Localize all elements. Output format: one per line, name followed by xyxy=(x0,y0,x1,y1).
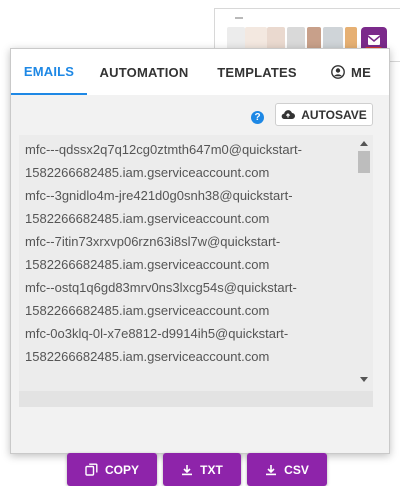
autosave-label: AUTOSAVE xyxy=(301,107,367,122)
tab-label: AUTOMATION xyxy=(99,64,189,80)
email-textarea[interactable]: mfc---qdssx2q7q12cg0ztmth647m0@quickstar… xyxy=(19,135,373,391)
email-line: mfc--3gnidlo4m-jre421d0g0snh38@quickstar… xyxy=(25,188,293,203)
autosave-button[interactable]: AUTOSAVE xyxy=(275,103,373,126)
tab-label: TEMPLATES xyxy=(217,64,297,80)
tab-templates[interactable]: TEMPLATES xyxy=(201,49,313,95)
tab-label: EMAILS xyxy=(23,63,75,79)
vertical-scrollbar[interactable] xyxy=(355,135,373,391)
action-buttons: COPY TXT CSV xyxy=(67,453,327,486)
csv-label: CSV xyxy=(284,462,309,477)
email-line: mfc--7itin73xrxvp06rzn63i8sl7w@quickstar… xyxy=(25,234,281,249)
email-line: 1582266682485.iam.gserviceaccount.com xyxy=(25,303,270,318)
cloud-upload-icon xyxy=(281,110,296,120)
copy-icon xyxy=(85,463,98,476)
scroll-thumb[interactable] xyxy=(358,151,370,173)
tab-me[interactable]: ME xyxy=(313,49,389,95)
tab-label: ME xyxy=(351,64,371,80)
help-circle-icon[interactable]: ? xyxy=(251,111,264,124)
copy-button[interactable]: COPY xyxy=(67,453,157,486)
tab-bar: EMAILS AUTOMATION TEMPLATES ME xyxy=(11,49,389,95)
email-line: mfc---qdssx2q7q12cg0ztmth647m0@quickstar… xyxy=(25,142,302,157)
download-csv-button[interactable]: CSV xyxy=(247,453,327,486)
email-line: mfc--ostq1q6gd83mrv0ns3lxcg54s@quickstar… xyxy=(25,280,297,295)
copy-label: COPY xyxy=(104,462,139,477)
horizontal-scrollbar[interactable] xyxy=(19,391,373,407)
extension-logo-icon xyxy=(367,35,381,45)
email-list: mfc---qdssx2q7q12cg0ztmth647m0@quickstar… xyxy=(25,135,351,368)
tab-automation[interactable]: AUTOMATION xyxy=(87,49,201,95)
email-line: 1582266682485.iam.gserviceaccount.com xyxy=(25,257,270,272)
toolbar-divider xyxy=(235,17,243,19)
email-line: 1582266682485.iam.gserviceaccount.com xyxy=(25,165,270,180)
download-icon xyxy=(266,464,277,475)
download-icon xyxy=(182,464,193,475)
scroll-up-arrow-icon[interactable] xyxy=(360,141,368,146)
email-line: mfc-0o3klq-0l-x7e8812-d9914ih5@quickstar… xyxy=(25,326,289,341)
emails-panel: ? AUTOSAVE mfc---qdssx2q7q12cg0ztmth647m… xyxy=(11,95,389,486)
txt-label: TXT xyxy=(200,462,223,477)
email-line: 1582266682485.iam.gserviceaccount.com xyxy=(25,211,270,226)
person-icon xyxy=(331,65,345,79)
scroll-down-arrow-icon[interactable] xyxy=(360,377,368,382)
tab-emails[interactable]: EMAILS xyxy=(11,49,87,95)
email-line: 1582266682485.iam.gserviceaccount.com xyxy=(25,349,270,364)
download-txt-button[interactable]: TXT xyxy=(163,453,241,486)
extension-popup: EMAILS AUTOMATION TEMPLATES ME ? AUTOSAV… xyxy=(10,48,390,486)
